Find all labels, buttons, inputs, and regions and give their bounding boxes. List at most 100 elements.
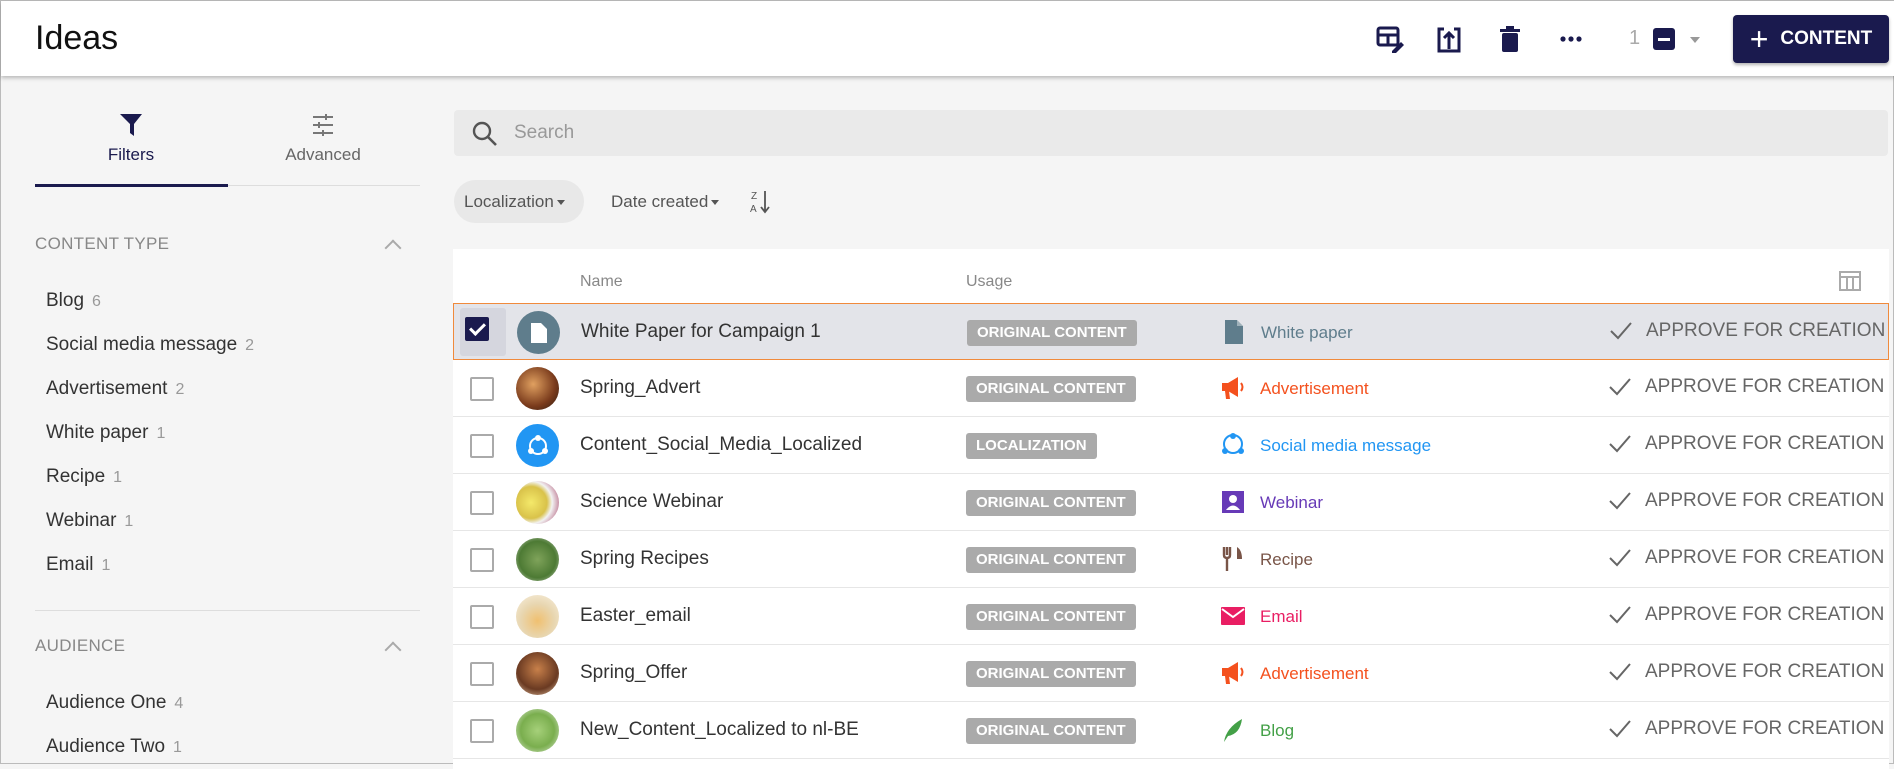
avatar	[516, 652, 559, 695]
row-checkbox[interactable]	[470, 377, 494, 401]
check-icon	[1609, 378, 1631, 396]
approve-label: APPROVE FOR CREATION	[1646, 320, 1886, 341]
sort-direction-icon[interactable]: ZA	[749, 189, 771, 215]
usage-badge: ORIGINAL CONTENT	[966, 661, 1136, 687]
filter-item[interactable]: White paper 1	[46, 422, 165, 444]
table-row[interactable]: Science Webinar ORIGINAL CONTENT Webinar AP…	[453, 474, 1889, 531]
filter-item-label: Email	[46, 554, 94, 575]
filter-item-count: 1	[113, 469, 123, 486]
approve-label: APPROVE FOR CREATION	[1645, 490, 1885, 511]
content-type-label: White paper	[1261, 323, 1353, 342]
approve-for-creation-button[interactable]: APPROVE FOR CREATION	[1609, 661, 1884, 683]
table-row[interactable]: Spring_Advert ORIGINAL CONTENT Advertiseme…	[453, 360, 1889, 417]
row-checkbox[interactable]	[465, 317, 489, 341]
filter-item-label: Recipe	[46, 466, 106, 487]
approve-for-creation-button[interactable]: APPROVE FOR CREATION	[1609, 604, 1884, 626]
check-icon	[1610, 322, 1632, 340]
search-bar[interactable]	[454, 110, 1888, 156]
tab-filters[interactable]: Filters	[36, 113, 226, 165]
filter-item-label: Webinar	[46, 510, 117, 531]
filter-item[interactable]: Audience Two 1	[46, 736, 182, 758]
sidebar-divider	[35, 610, 420, 611]
approve-for-creation-button[interactable]: APPROVE FOR CREATION	[1609, 433, 1884, 455]
active-tab-indicator	[35, 184, 228, 187]
content-type-label: Webinar	[1260, 493, 1323, 512]
svg-text:A: A	[750, 204, 757, 215]
row-checkbox[interactable]	[470, 662, 494, 686]
add-content-button[interactable]: + CONTENT	[1733, 15, 1889, 63]
table-row[interactable]: White Paper for Campaign 1 ORIGINAL CONTE…	[453, 303, 1889, 360]
export-icon[interactable]	[1433, 23, 1465, 55]
search-input[interactable]	[514, 110, 1814, 156]
approve-for-creation-button[interactable]: APPROVE FOR CREATION	[1609, 547, 1884, 569]
table-row[interactable]: Spring_Offer ORIGINAL CONTENT Advertisemen…	[453, 645, 1889, 702]
content-name[interactable]: Spring_Offer	[580, 662, 687, 684]
table-row[interactable]: New_Content_Localized to nl-BE ORIGINAL C…	[453, 702, 1889, 759]
filter-item[interactable]: Email 1	[46, 554, 110, 576]
approve-for-creation-button[interactable]: APPROVE FOR CREATION	[1609, 376, 1884, 398]
content-name[interactable]: Spring_Advert	[580, 377, 700, 399]
selection-dropdown-icon[interactable]	[1690, 37, 1700, 48]
filter-item-label: Audience One	[46, 692, 167, 713]
table-columns-icon[interactable]	[1839, 271, 1861, 291]
table-row[interactable]: Spring Recipes ORIGINAL CONTENT Recipe APPR…	[453, 531, 1889, 588]
row-checkbox[interactable]	[470, 434, 494, 458]
filter-item-label: Advertisement	[46, 378, 168, 399]
content-name[interactable]: White Paper for Campaign 1	[581, 321, 821, 343]
row-checkbox[interactable]	[470, 605, 494, 629]
approve-for-creation-button[interactable]: APPROVE FOR CREATION	[1610, 320, 1885, 342]
usage-badge: ORIGINAL CONTENT	[966, 376, 1136, 402]
filter-item[interactable]: Advertisement 2	[46, 378, 184, 400]
envelope-icon	[1221, 604, 1245, 628]
filter-item[interactable]: Social media message 2	[46, 334, 254, 356]
localization-filter[interactable]: Localization	[454, 180, 584, 223]
avatar	[516, 538, 559, 581]
trash-icon[interactable]	[1494, 23, 1526, 55]
approve-for-creation-button[interactable]: APPROVE FOR CREATION	[1609, 718, 1884, 740]
filter-item-label: Blog	[46, 290, 85, 311]
column-header-name[interactable]: Name	[580, 273, 623, 291]
filter-item-label: Audience Two	[46, 736, 166, 757]
avatar	[516, 595, 559, 638]
chevron-up-icon[interactable]	[384, 239, 402, 257]
content-name[interactable]: Spring Recipes	[580, 548, 709, 570]
table-row[interactable]: Easter_email ORIGINAL CONTENT Email APPROVE…	[453, 588, 1889, 645]
filter-item-count: 1	[101, 557, 111, 574]
more-icon[interactable]	[1555, 23, 1587, 55]
megaphone-icon	[1221, 661, 1245, 685]
filter-item[interactable]: Blog 6	[46, 290, 101, 312]
content-type-label: Email	[1260, 607, 1303, 626]
filter-item-count: 2	[175, 381, 185, 398]
content-name[interactable]: New_Content_Localized to nl-BE	[580, 719, 859, 741]
column-header-usage[interactable]: Usage	[966, 273, 1012, 291]
filter-label: Localization	[464, 191, 554, 211]
tab-advanced[interactable]: Advanced	[228, 113, 418, 165]
row-checkbox[interactable]	[470, 719, 494, 743]
filter-icon	[120, 114, 142, 136]
date-created-sort[interactable]: Date created	[601, 180, 729, 223]
approve-label: APPROVE FOR CREATION	[1645, 376, 1885, 397]
filter-item[interactable]: Audience One 4	[46, 692, 183, 714]
avatar	[517, 311, 560, 354]
approve-label: APPROVE FOR CREATION	[1645, 433, 1885, 454]
table-row[interactable]: Content_Social_Media_Localized LOCALIZATI…	[453, 417, 1889, 474]
filter-item-count: 1	[124, 513, 134, 530]
deselect-checkbox[interactable]	[1653, 28, 1675, 50]
content-name[interactable]: Content_Social_Media_Localized	[580, 434, 862, 456]
filter-item[interactable]: Webinar 1	[46, 510, 133, 532]
usage-badge: ORIGINAL CONTENT	[966, 604, 1136, 630]
content-name[interactable]: Easter_email	[580, 605, 691, 627]
content-type-label: Blog	[1260, 721, 1295, 740]
megaphone-icon	[1221, 376, 1245, 400]
row-checkbox[interactable]	[470, 491, 494, 515]
approve-for-creation-button[interactable]: APPROVE FOR CREATION	[1609, 490, 1884, 512]
edit-columns-icon[interactable]	[1374, 23, 1406, 55]
row-checkbox[interactable]	[470, 548, 494, 572]
page-title: Ideas	[35, 19, 119, 57]
usage-badge: ORIGINAL CONTENT	[966, 547, 1136, 573]
check-icon	[1609, 549, 1631, 567]
chevron-up-icon[interactable]	[384, 641, 402, 659]
filter-item-count: 4	[174, 695, 184, 712]
filter-item[interactable]: Recipe 1	[46, 466, 122, 488]
content-name[interactable]: Science Webinar	[580, 491, 723, 513]
